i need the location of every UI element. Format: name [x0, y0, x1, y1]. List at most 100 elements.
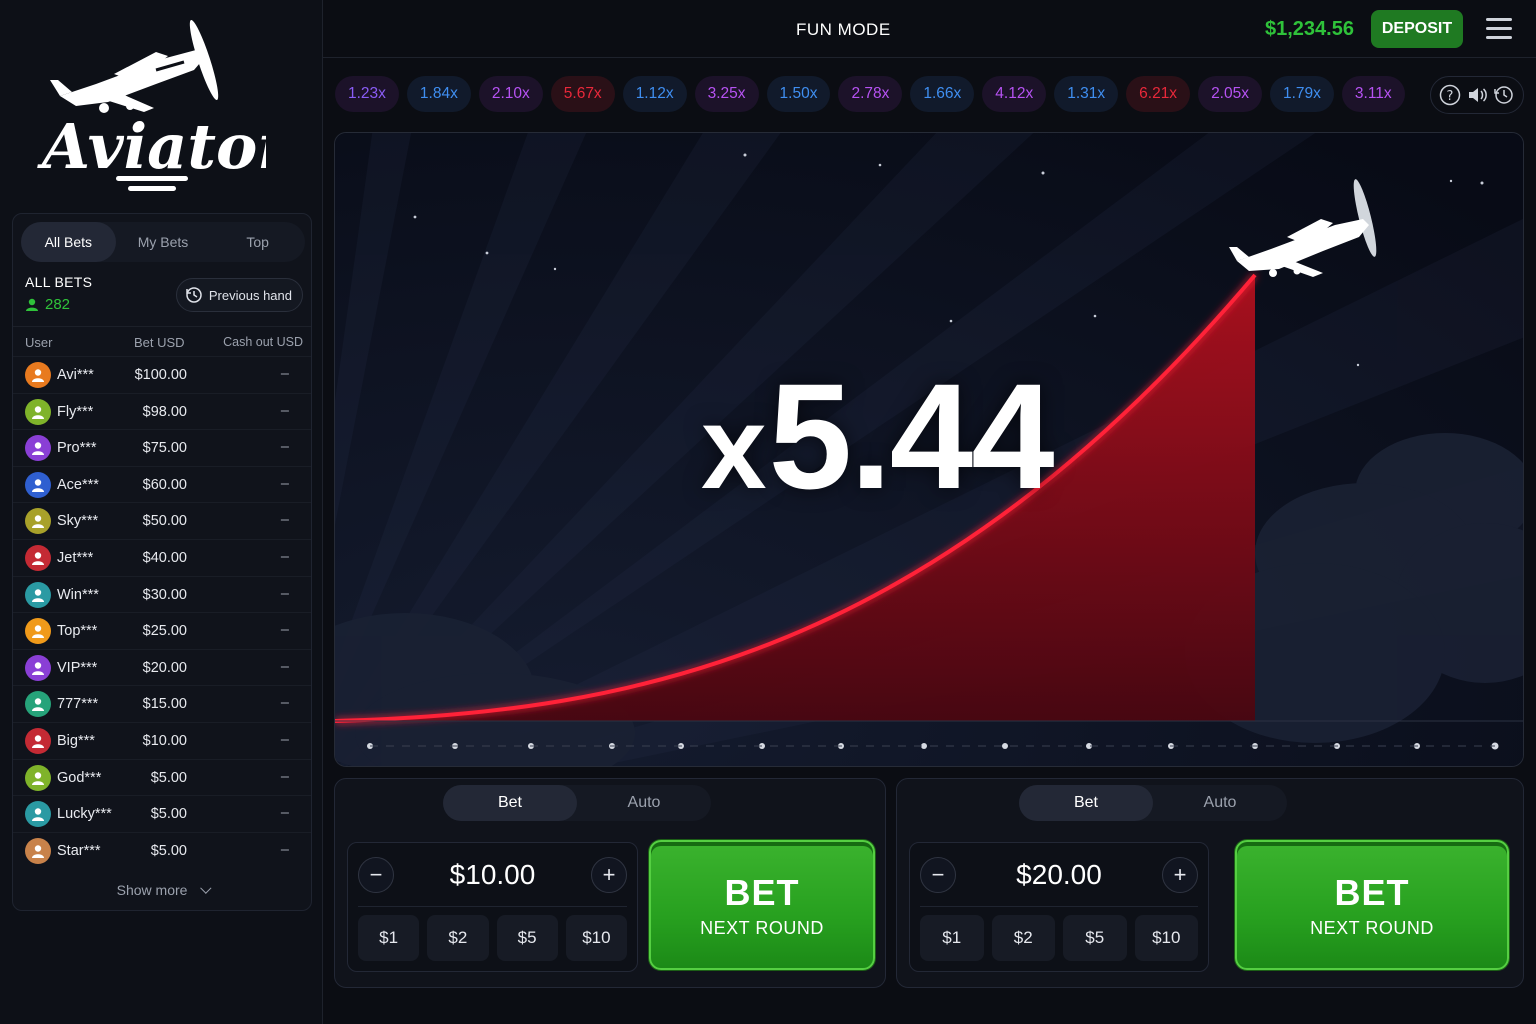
show-more-label: Show more	[116, 882, 188, 898]
row-cashout: –	[280, 585, 289, 602]
help-icon[interactable]: ?	[1438, 83, 1462, 107]
bet-panel-1: Bet Auto − + $1 $2 $5 $10 BET NEXT ROUND	[334, 778, 886, 988]
tab-top[interactable]: Top	[210, 222, 305, 262]
row-cashout: –	[280, 695, 289, 712]
bet-button-1[interactable]: BET NEXT ROUND	[649, 840, 875, 970]
history-multiplier[interactable]: 1.50x	[766, 76, 831, 112]
history-multiplier[interactable]: 4.12x	[982, 76, 1047, 112]
row-bet: $5.00	[150, 769, 187, 786]
row-cashout: –	[280, 841, 289, 858]
row-user: Top***	[57, 623, 98, 640]
history-multiplier[interactable]: 6.21x	[1126, 76, 1191, 112]
increase-amount-button[interactable]: +	[591, 857, 627, 893]
table-row: Star*** $5.00 –	[13, 831, 311, 869]
row-user: VIP***	[57, 659, 98, 676]
menu-icon[interactable]	[1486, 18, 1512, 40]
top-header: FUN MODE $1,234.56 DEPOSIT	[323, 0, 1536, 58]
column-bet: Bet USD	[134, 335, 185, 350]
table-row: 777*** $15.00 –	[13, 685, 311, 722]
row-bet: $10.00	[142, 732, 187, 749]
row-user: Big***	[57, 732, 95, 749]
tab-my-bets[interactable]: My Bets	[116, 222, 211, 262]
row-bet: $5.00	[150, 842, 187, 859]
chip-1[interactable]: $1	[920, 915, 984, 961]
table-row: Jet*** $40.00 –	[13, 538, 311, 576]
row-cashout: –	[280, 512, 289, 529]
history-clock-icon[interactable]	[1492, 83, 1516, 107]
user-icon	[26, 298, 38, 311]
bet-amount-input[interactable]	[404, 857, 581, 893]
row-bet: $100.00	[134, 367, 187, 383]
previous-hand-button[interactable]: Previous hand	[175, 278, 303, 312]
divider	[358, 906, 627, 907]
history-multiplier[interactable]: 1.12x	[622, 76, 687, 112]
avatar	[25, 764, 51, 791]
game-canvas: x5.44	[334, 132, 1524, 767]
row-user: 777***	[57, 696, 99, 713]
history-icon	[186, 287, 202, 303]
bet-panel-1-tabs: Bet Auto	[443, 785, 711, 821]
chip-2[interactable]: $2	[427, 915, 489, 961]
table-row: Ace*** $60.00 –	[13, 465, 311, 503]
table-row: Sky*** $50.00 –	[13, 502, 311, 539]
history-multiplier[interactable]: 1.23x	[335, 76, 399, 112]
bet-button-2[interactable]: BET NEXT ROUND	[1235, 840, 1509, 970]
history-multiplier[interactable]: 2.10x	[478, 76, 543, 112]
chip-5[interactable]: $5	[496, 915, 558, 961]
row-user: Star***	[57, 842, 101, 859]
chip-2[interactable]: $2	[991, 915, 1055, 961]
row-cashout: –	[280, 402, 289, 419]
show-more-button[interactable]: Show more	[13, 882, 311, 898]
history-multiplier[interactable]: 1.84x	[406, 76, 471, 112]
row-user: Pro***	[57, 440, 97, 457]
avatar	[25, 581, 51, 608]
avatar	[25, 544, 51, 571]
history-multiplier[interactable]: 1.31x	[1054, 76, 1119, 112]
row-bet: $5.00	[150, 806, 187, 823]
chip-10[interactable]: $10	[565, 915, 627, 961]
avatar	[25, 837, 51, 864]
bet-panel-1-tab-bet[interactable]: Bet	[443, 785, 577, 821]
sound-icon[interactable]	[1465, 83, 1489, 107]
decrease-amount-button[interactable]: −	[920, 857, 956, 893]
row-cashout: –	[280, 548, 289, 565]
chip-5[interactable]: $5	[1063, 915, 1127, 961]
divider	[920, 906, 1198, 907]
svg-text:?: ?	[1447, 89, 1454, 104]
chip-1[interactable]: $1	[358, 915, 420, 961]
row-bet: $40.00	[142, 549, 187, 566]
chevron-down-icon	[200, 882, 212, 894]
bet-panel-1-amount-box: − + $1 $2 $5 $10	[347, 842, 638, 972]
history-multiplier[interactable]: 2.05x	[1198, 76, 1262, 112]
quick-amount-chips: $1 $2 $5 $10	[920, 915, 1198, 961]
increase-amount-button[interactable]: +	[1162, 857, 1198, 893]
row-user: Ace***	[57, 476, 99, 493]
table-row: Fly*** $98.00 –	[13, 392, 311, 430]
bet-panel-2-tab-auto[interactable]: Auto	[1153, 785, 1287, 821]
tab-all-bets[interactable]: All Bets	[21, 222, 116, 262]
row-bet: $20.00	[142, 659, 187, 676]
decrease-amount-button[interactable]: −	[358, 857, 394, 893]
bet-panel-1-tab-auto[interactable]: Auto	[577, 785, 711, 821]
avatar	[25, 362, 51, 388]
bet-panel-2: Bet Auto − + $1 $2 $5 $10 BET NEXT ROUND	[896, 778, 1524, 988]
deposit-button[interactable]: DEPOSIT	[1371, 10, 1463, 48]
balance: $1,234.56	[1265, 18, 1354, 40]
row-cashout: –	[280, 622, 289, 639]
history-multiplier[interactable]: 5.67x	[550, 76, 615, 112]
bet-panel-2-tab-bet[interactable]: Bet	[1019, 785, 1153, 821]
chip-10[interactable]: $10	[1134, 915, 1198, 961]
history-multiplier[interactable]: 3.11x	[1341, 76, 1405, 112]
history-multiplier[interactable]: 1.79x	[1269, 76, 1334, 112]
bet-button-subtitle: NEXT ROUND	[700, 917, 824, 938]
table-row: Pro*** $75.00 –	[13, 429, 311, 466]
row-user: Avi***	[57, 367, 94, 383]
column-cashout: Cash out USD	[223, 335, 303, 349]
bet-amount-input[interactable]	[966, 857, 1152, 893]
history-multiplier[interactable]: 2.78x	[838, 76, 903, 112]
avatar	[25, 691, 51, 718]
history-multiplier[interactable]: 1.66x	[910, 76, 975, 112]
avatar	[25, 654, 51, 681]
history-multiplier[interactable]: 3.25x	[694, 76, 759, 112]
all-bets-count-value: 282	[45, 296, 71, 313]
